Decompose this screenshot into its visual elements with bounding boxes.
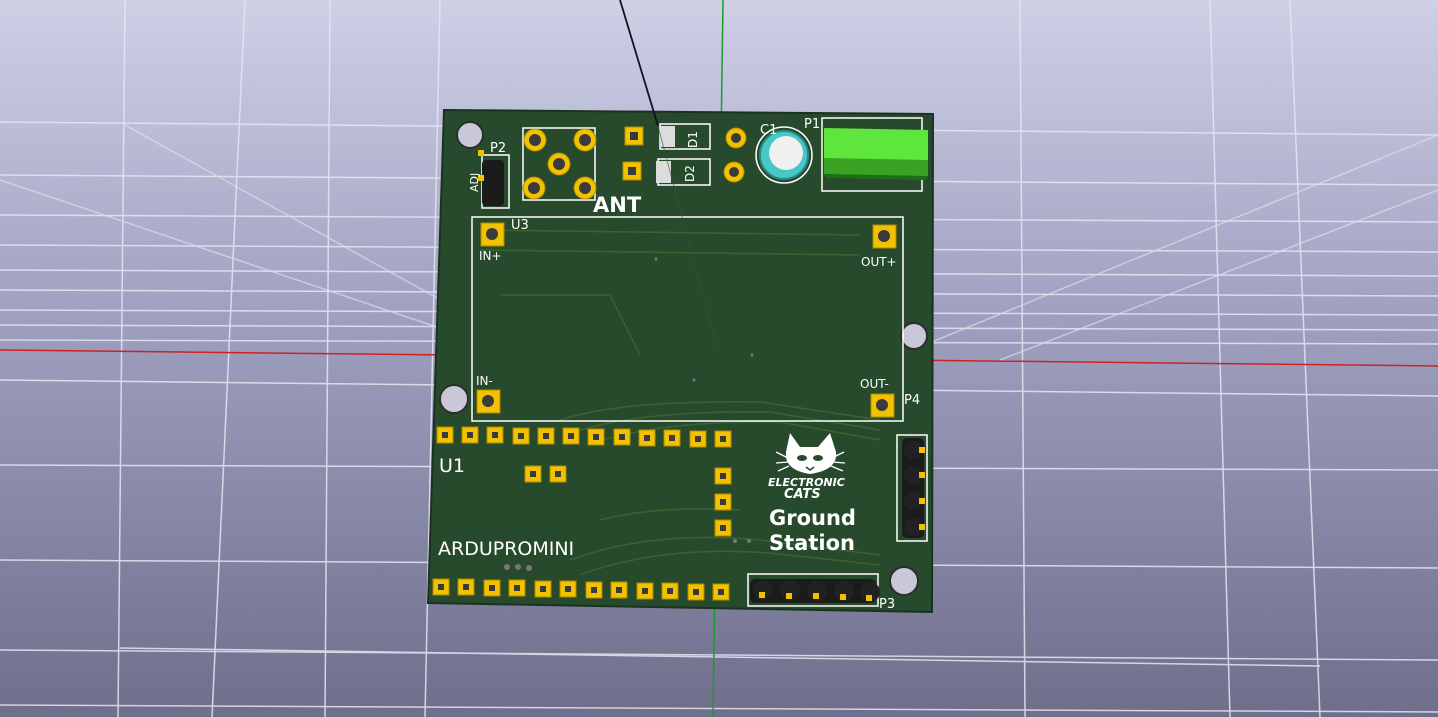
mounting-hole xyxy=(889,566,919,596)
p4-label: P4 xyxy=(904,393,920,408)
mounting-hole xyxy=(456,121,484,149)
u1-label: U1 xyxy=(439,455,465,477)
p3-label: P3 xyxy=(879,597,895,612)
ant-label: ANT xyxy=(593,193,642,217)
out-plus-label: OUT+ xyxy=(861,255,897,269)
ground-station-title-line1: Ground xyxy=(769,506,856,530)
d2-label: D2 xyxy=(683,165,697,182)
p1-label: P1 xyxy=(804,117,820,132)
adj-label: ADJ xyxy=(468,173,481,192)
d1-label: D1 xyxy=(686,131,700,148)
mounting-hole xyxy=(439,384,469,414)
antenna-wire xyxy=(619,0,659,127)
mounting-hole xyxy=(900,322,928,350)
out-minus-label: OUT- xyxy=(860,377,889,391)
p2-label: P2 xyxy=(490,141,506,156)
pcb-board[interactable]: P2 ADJ ANT D1 D2 C1 P1 U3 IN+ OUT+ IN- O… xyxy=(426,108,935,614)
logo-line2: CATS xyxy=(784,487,821,502)
c1-label: C1 xyxy=(760,123,777,138)
3d-viewport[interactable]: P2 ADJ ANT D1 D2 C1 P1 U3 IN+ OUT+ IN- O… xyxy=(0,0,1438,717)
u3-label: U3 xyxy=(511,218,529,233)
ground-station-title-line2: Station xyxy=(769,531,855,555)
in-plus-label: IN+ xyxy=(479,249,502,263)
in-minus-label: IN- xyxy=(476,374,493,388)
ardupromini-label: ARDUPROMINI xyxy=(438,538,574,560)
